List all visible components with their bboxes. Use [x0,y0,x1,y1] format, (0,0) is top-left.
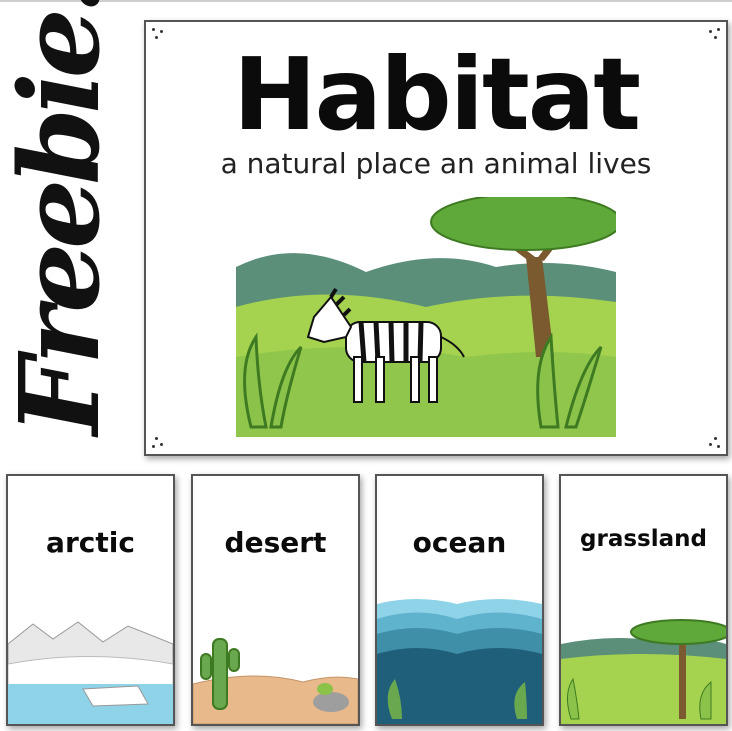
habitat-poster: Habitat a natural place an animal lives [144,20,728,456]
corner-dots-bottom-right [706,434,720,448]
savanna-scene-illustration [236,197,616,437]
card-label-desert: desert [224,526,327,559]
habitat-card-ocean: ocean [375,474,544,726]
grassland-illustration [561,619,726,724]
poster-title: Habitat [232,36,641,153]
acacia-canopy [430,197,616,251]
freebie-banner: Freebie! [0,0,124,435]
poster-subtitle: a natural place an animal lives [220,147,652,180]
desert-illustration [193,638,358,724]
corner-dots-bottom-left [152,434,166,448]
habitat-card-grassland: grassland [559,474,728,726]
habitat-card-desert: desert [191,474,360,726]
card-label-grassland: grassland [580,526,707,552]
ocean-illustration [377,599,542,724]
arctic-illustration [8,621,173,724]
card-label-ocean: ocean [412,526,507,559]
habitat-card-arctic: arctic [6,474,175,726]
card-label-arctic: arctic [46,526,135,559]
